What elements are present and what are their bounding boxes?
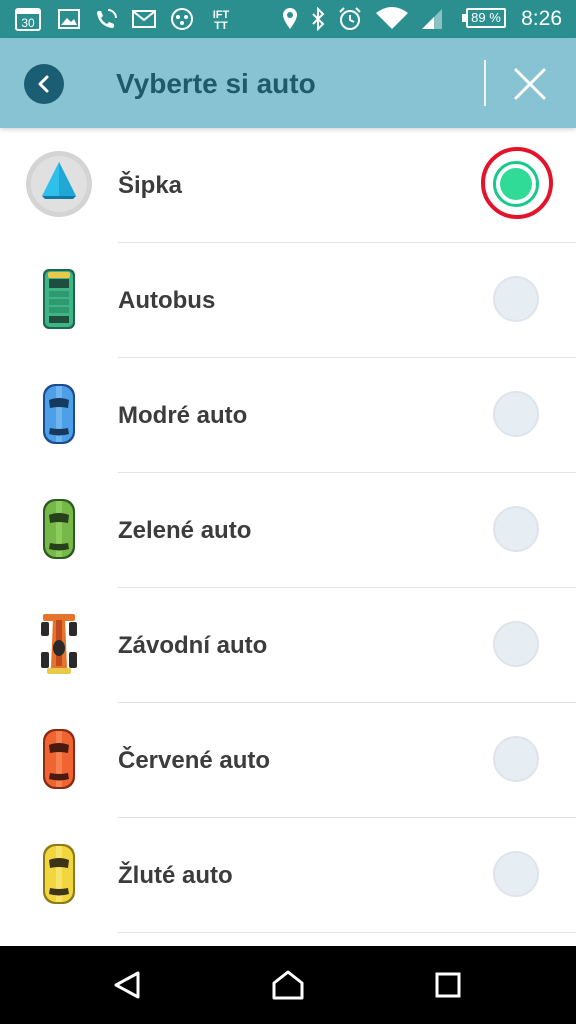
list-item-yellow-car[interactable]: Žluté auto — [0, 818, 576, 933]
wifi-icon — [374, 6, 410, 32]
bluetooth-icon — [308, 6, 328, 32]
list-item-green-car[interactable]: Zelené auto — [0, 473, 576, 588]
radio-button[interactable] — [493, 621, 539, 667]
ifttt-icon: IFT TT — [206, 6, 236, 32]
signal-icon — [418, 6, 446, 32]
close-icon — [514, 68, 546, 100]
location-icon — [280, 6, 300, 32]
page-title: Vyberte si auto — [116, 68, 316, 99]
car-label: Modré auto — [118, 402, 248, 429]
back-button[interactable] — [24, 64, 64, 104]
bus-icon — [25, 265, 93, 333]
calendar-day: 30 — [21, 16, 35, 30]
clock: 8:26 — [521, 7, 562, 30]
alarm-icon — [336, 6, 364, 32]
car-label: Autobus — [118, 287, 216, 314]
red-car-icon — [25, 725, 93, 793]
wifi-calling-icon — [92, 6, 120, 32]
title-bar: Vyberte si auto — [0, 38, 576, 128]
list-item-arrow[interactable]: Šipka — [0, 128, 576, 243]
car-label: Červené auto — [118, 747, 271, 774]
radio-button[interactable] — [493, 276, 539, 322]
radio-button[interactable] — [493, 736, 539, 782]
car-list: Šipka Autobus Modré auto Zelené auto Záv… — [0, 128, 576, 933]
svg-text:TT: TT — [214, 20, 228, 31]
car-label: Zelené auto — [118, 517, 252, 544]
divider — [118, 932, 576, 933]
calendar-icon: 30 — [14, 6, 42, 32]
battery-icon: 89 % — [462, 8, 506, 28]
radio-button[interactable] — [493, 851, 539, 897]
gmail-icon — [130, 6, 158, 32]
screen: 30 IFT TT 89 % 8:26 Vyberte si auto Šipk… — [0, 0, 576, 1024]
race-car-icon — [25, 610, 93, 678]
status-bar: 30 IFT TT 89 % 8:26 — [0, 0, 576, 38]
close-button[interactable] — [504, 60, 556, 108]
image-icon — [56, 6, 82, 32]
car-label: Žluté auto — [118, 862, 233, 889]
list-item-red-car[interactable]: Červené auto — [0, 703, 576, 818]
blue-car-icon — [25, 380, 93, 448]
list-item-race-car[interactable]: Závodní auto — [0, 588, 576, 703]
yellow-car-icon — [25, 840, 93, 908]
list-item-blue-car[interactable]: Modré auto — [0, 358, 576, 473]
recents-icon — [435, 972, 461, 998]
nav-back-button[interactable] — [98, 960, 158, 1010]
nav-recents-button[interactable] — [418, 960, 478, 1010]
back-icon — [114, 971, 140, 999]
nav-home-button[interactable] — [258, 960, 318, 1010]
green-car-icon — [25, 495, 93, 563]
navigation-bar — [0, 946, 576, 1024]
back-arrow-icon — [38, 75, 49, 93]
arrow-icon — [25, 150, 93, 218]
radio-button[interactable] — [493, 391, 539, 437]
radio-selected[interactable] — [493, 161, 539, 207]
list-item-bus[interactable]: Autobus — [0, 243, 576, 358]
home-icon — [272, 970, 304, 1000]
app-dots-icon — [168, 6, 196, 32]
car-label: Závodní auto — [118, 632, 268, 659]
title-divider — [484, 60, 486, 106]
car-label: Šipka — [118, 172, 183, 199]
radio-button[interactable] — [493, 506, 539, 552]
